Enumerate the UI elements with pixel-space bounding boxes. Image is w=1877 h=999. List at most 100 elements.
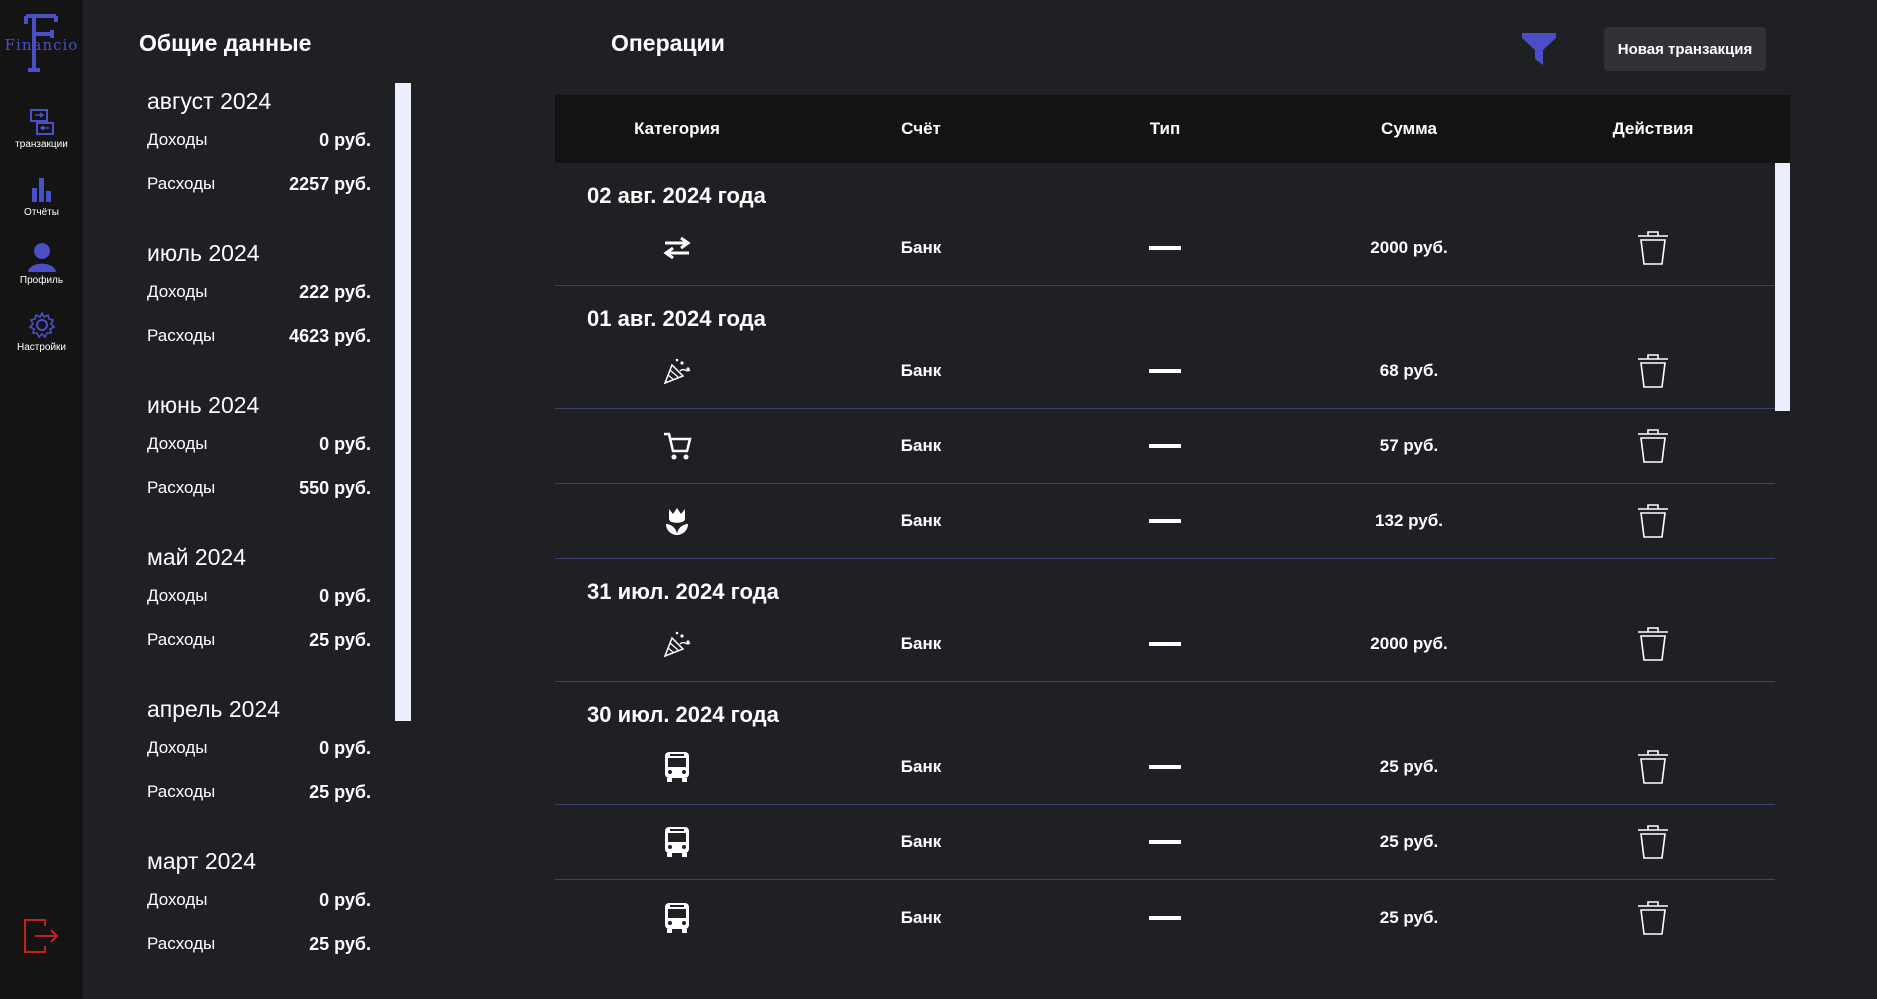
trash-icon[interactable] bbox=[1635, 900, 1671, 936]
trash-icon[interactable] bbox=[1635, 503, 1671, 539]
trash-icon[interactable] bbox=[1635, 626, 1671, 662]
table-row[interactable]: Банк 2000 руб. bbox=[555, 211, 1775, 286]
column-header-category: Категория bbox=[634, 119, 720, 138]
account-cell: Банк bbox=[900, 757, 942, 776]
expense-indicator bbox=[1149, 444, 1181, 448]
amount-cell: 25 руб. bbox=[1379, 757, 1439, 776]
month-summary: май 2024 Доходы 0 руб. Расходы 25 руб. bbox=[147, 540, 371, 692]
month-name: июль 2024 bbox=[147, 240, 260, 266]
expense-label: Расходы bbox=[147, 478, 216, 497]
month-summary: март 2024 Доходы 0 руб. Расходы 25 руб. bbox=[147, 844, 371, 996]
operations-table: Категория Счёт Тип Сумма Действия 02 авг… bbox=[555, 95, 1790, 957]
expense-value: 25 руб. bbox=[309, 629, 371, 650]
column-header-actions: Действия bbox=[1612, 119, 1694, 138]
column-header-type: Тип bbox=[1149, 119, 1181, 138]
month-summary: август 2024 Доходы 0 руб. Расходы 2257 р… bbox=[147, 84, 371, 236]
income-value: 0 руб. bbox=[319, 585, 371, 606]
table-row[interactable]: Банк 68 руб. bbox=[555, 334, 1775, 409]
actions-cell bbox=[1531, 805, 1775, 879]
sidebar-item-profile[interactable]: Профиль bbox=[0, 242, 83, 300]
tulip-icon bbox=[666, 508, 688, 535]
type-cell bbox=[1043, 484, 1287, 558]
income-row: Доходы 222 руб. bbox=[147, 270, 371, 314]
trash-icon[interactable] bbox=[1635, 749, 1671, 785]
income-row: Доходы 0 руб. bbox=[147, 118, 371, 162]
party-popper-icon bbox=[663, 358, 691, 385]
expense-row: Расходы 2257 руб. bbox=[147, 162, 371, 206]
account-cell: Банк bbox=[900, 511, 942, 530]
amount-cell: 2000 руб. bbox=[1370, 238, 1448, 257]
type-cell bbox=[1043, 730, 1287, 804]
expense-indicator bbox=[1149, 246, 1181, 250]
expense-label: Расходы bbox=[147, 782, 216, 801]
table-scrollbar[interactable] bbox=[1775, 163, 1790, 411]
account-cell: Банк bbox=[900, 907, 942, 927]
type-cell bbox=[1043, 805, 1287, 879]
expense-indicator bbox=[1149, 369, 1181, 373]
filter-button[interactable] bbox=[1521, 32, 1557, 70]
sidebar-item-label: транзакции bbox=[15, 139, 68, 150]
logout-button[interactable] bbox=[23, 918, 59, 958]
actions-cell bbox=[1531, 484, 1775, 558]
sidebar-item-reports[interactable]: Отчёты bbox=[0, 176, 83, 234]
group-date: 02 авг. 2024 года bbox=[587, 183, 766, 208]
table-row[interactable]: Банк 25 руб. bbox=[555, 880, 1775, 955]
month-summary: июль 2024 Доходы 222 руб. Расходы 4623 р… bbox=[147, 236, 371, 388]
sidebar-item-transactions[interactable]: транзакции bbox=[0, 108, 83, 166]
actions-cell bbox=[1531, 409, 1775, 483]
logo-text: Financio bbox=[4, 36, 79, 54]
month-name: апрель 2024 bbox=[147, 696, 281, 722]
type-cell bbox=[1043, 211, 1287, 285]
category-cell bbox=[555, 607, 799, 681]
category-cell bbox=[555, 409, 799, 483]
sidebar-item-label: Профиль bbox=[19, 275, 64, 286]
table-row[interactable]: Банк 57 руб. bbox=[555, 409, 1775, 484]
amount-cell: 68 руб. bbox=[1379, 361, 1439, 380]
expense-label: Расходы bbox=[147, 630, 216, 649]
sidebar-item-label: Отчёты bbox=[24, 207, 59, 218]
sidebar-item-settings[interactable]: Настройки bbox=[0, 311, 83, 369]
trash-icon[interactable] bbox=[1635, 824, 1671, 860]
month-name: август 2024 bbox=[147, 88, 272, 114]
app-logo[interactable]: Financio bbox=[0, 12, 83, 74]
table-row[interactable]: Банк 132 руб. bbox=[555, 484, 1775, 559]
month-name: май 2024 bbox=[147, 544, 247, 570]
actions-cell bbox=[1531, 880, 1775, 955]
expense-label: Расходы bbox=[147, 174, 216, 193]
bus-icon bbox=[665, 752, 689, 782]
expense-value: 25 руб. bbox=[309, 933, 371, 954]
income-label: Доходы bbox=[147, 890, 208, 909]
expense-row: Расходы 25 руб. bbox=[147, 922, 371, 966]
actions-cell bbox=[1531, 211, 1775, 285]
income-value: 0 руб. bbox=[319, 433, 371, 454]
actions-cell bbox=[1531, 334, 1775, 408]
table-header: Категория Счёт Тип Сумма Действия bbox=[555, 95, 1790, 163]
sidebar-item-label: Настройки bbox=[16, 342, 67, 353]
month-summary: апрель 2024 Доходы 0 руб. Расходы 25 руб… bbox=[147, 692, 371, 844]
bar-chart-icon bbox=[31, 178, 51, 202]
income-value: 222 руб. bbox=[299, 281, 371, 302]
income-label: Доходы bbox=[147, 434, 208, 453]
amount-cell: 57 руб. bbox=[1379, 436, 1439, 455]
table-row[interactable]: Банк 25 руб. bbox=[555, 805, 1775, 880]
trash-icon[interactable] bbox=[1635, 353, 1671, 389]
amount-cell: 25 руб. bbox=[1379, 832, 1439, 851]
transactions-icon bbox=[29, 109, 54, 135]
amount-cell: 2000 руб. bbox=[1370, 634, 1448, 653]
sidebar: Financio транзакции Отчёты Профиль Настр… bbox=[0, 0, 83, 999]
expense-value: 2257 руб. bbox=[289, 173, 371, 194]
table-row[interactable]: Банк 2000 руб. bbox=[555, 607, 1775, 682]
new-transaction-button[interactable]: Новая транзакция bbox=[1604, 27, 1766, 71]
operations-title: Операции bbox=[611, 30, 725, 56]
expense-indicator bbox=[1149, 642, 1181, 646]
trash-icon[interactable] bbox=[1635, 230, 1671, 266]
expense-indicator bbox=[1149, 765, 1181, 769]
type-cell bbox=[1043, 880, 1287, 955]
summary-scrollbar[interactable] bbox=[395, 83, 411, 721]
table-body: 02 авг. 2024 года Банк 2000 руб. 01 авг.… bbox=[555, 163, 1775, 957]
trash-icon[interactable] bbox=[1635, 428, 1671, 464]
summary-title: Общие данные bbox=[139, 30, 312, 56]
expense-row: Расходы 550 руб. bbox=[147, 466, 371, 510]
table-row[interactable]: Банк 25 руб. bbox=[555, 730, 1775, 805]
category-cell bbox=[555, 484, 799, 558]
